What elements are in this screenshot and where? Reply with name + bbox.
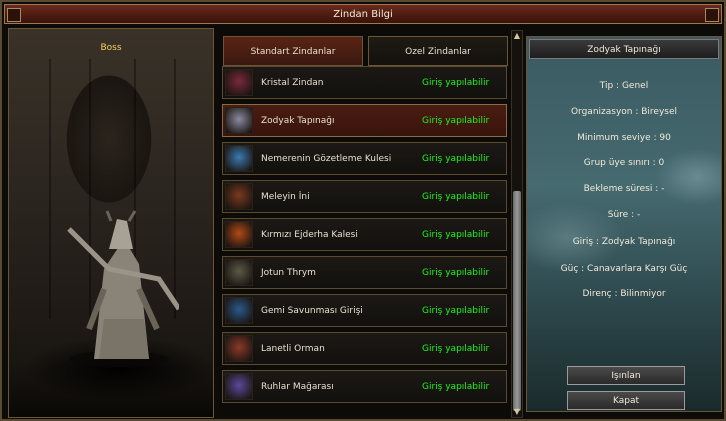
dungeon-row[interactable]: Gemi Savunması Girişi Giriş yapılabilir xyxy=(222,294,507,327)
tab-special-dungeons[interactable]: Ozel Zindanlar xyxy=(368,36,508,66)
dungeon-status: Giriş yapılabilir xyxy=(422,344,490,354)
detail-group-limit: Grup üye sınırı : 0 xyxy=(583,158,665,168)
dungeon-name: Kırmızı Ejderha Kalesi xyxy=(261,230,358,240)
dungeon-status: Giriş yapılabilir xyxy=(422,116,490,126)
cursed-forest-icon xyxy=(225,335,253,362)
dungeon-name: Zodyak Tapınağı xyxy=(261,116,335,126)
scroll-down-arrow-icon[interactable]: ▼ xyxy=(512,407,522,417)
list-scrollbar[interactable]: ▲ ▼ xyxy=(511,30,523,418)
crystal-beast-icon xyxy=(225,69,253,96)
ship-defense-icon xyxy=(225,297,253,324)
dungeon-row[interactable]: Kırmızı Ejderha Kalesi Giriş yapılabilir xyxy=(222,218,507,251)
dungeon-status: Giriş yapılabilir xyxy=(422,154,490,164)
dungeon-row[interactable]: Jotun Thrym Giriş yapılabilir xyxy=(222,256,507,289)
zodiac-warrior-icon xyxy=(225,107,253,134)
detail-title: Zodyak Tapınağı xyxy=(529,39,719,59)
detail-type: Tip : Genel xyxy=(599,81,649,91)
title-bar[interactable]: Zindan Bilgi xyxy=(4,4,722,24)
dungeon-status: Giriş yapılabilir xyxy=(422,192,490,202)
dungeon-row[interactable]: Lanetli Orman Giriş yapılabilir xyxy=(222,332,507,365)
nemere-icon xyxy=(225,145,253,172)
dungeon-name: Meleyin İni xyxy=(261,192,310,202)
dungeon-name: Nemerenin Gözetleme Kulesi xyxy=(261,154,392,164)
detail-power: Güç : Canavarlara Karşı Güç xyxy=(560,264,688,274)
meley-lair-icon xyxy=(225,183,253,210)
teleport-button[interactable]: Işınlan xyxy=(567,366,685,385)
dungeon-status: Giriş yapılabilir xyxy=(422,230,490,240)
detail-min-level: Minimum seviye : 90 xyxy=(577,133,671,143)
dungeon-status: Giriş yapılabilir xyxy=(422,78,490,88)
dungeon-name: Kristal Zindan xyxy=(261,78,324,88)
scroll-thumb[interactable] xyxy=(513,191,521,411)
detail-cooldown: Bekleme süresi : - xyxy=(583,184,665,194)
close-button[interactable]: Kapat xyxy=(567,391,685,410)
dungeon-status: Giriş yapılabilir xyxy=(422,306,490,316)
detail-organization: Organizasyon : Bireysel xyxy=(570,107,678,117)
tab-standard-dungeons[interactable]: Standart Zindanlar xyxy=(223,36,363,66)
detail-resistance: Direnç : Bilinmiyor xyxy=(582,289,666,299)
dungeon-row[interactable]: Kristal Zindan Giriş yapılabilir xyxy=(222,66,507,99)
scroll-up-arrow-icon[interactable]: ▲ xyxy=(512,31,522,41)
window-title: Zindan Bilgi xyxy=(333,9,393,20)
dungeon-info-window: Zindan Bilgi Boss Standart Zindanlar Oze… xyxy=(0,0,726,421)
boss-label: Boss xyxy=(100,43,122,53)
dungeon-name: Jotun Thrym xyxy=(261,268,316,278)
boss-preview-panel: Boss xyxy=(8,28,214,418)
title-ornament-right xyxy=(705,8,719,22)
detail-entrance: Giriş : Zodyak Tapınağı xyxy=(572,237,676,247)
dungeon-status: Giriş yapılabilir xyxy=(422,268,490,278)
dungeon-list: Kristal Zindan Giriş yapılabilir Zodyak Ta… xyxy=(222,66,507,406)
red-dragon-icon xyxy=(225,221,253,248)
dungeon-row[interactable]: Zodyak Tapınağı Giriş yapılabilir xyxy=(222,104,507,137)
dungeon-name: Ruhlar Mağarası xyxy=(261,382,334,392)
dungeon-detail-panel: Zodyak Tapınağı Tip : Genel Organizasyon… xyxy=(526,36,722,412)
dungeon-name: Lanetli Orman xyxy=(261,344,325,354)
dungeon-name: Gemi Savunması Girişi xyxy=(261,306,363,316)
jotun-icon xyxy=(225,259,253,286)
dungeon-row[interactable]: Ruhlar Mağarası Giriş yapılabilir xyxy=(222,370,507,403)
dungeon-status: Giriş yapılabilir xyxy=(422,382,490,392)
dungeon-row[interactable]: Meleyin İni Giriş yapılabilir xyxy=(222,180,507,213)
detail-duration: Süre : - xyxy=(607,210,641,220)
spirit-cave-icon xyxy=(225,373,253,400)
boss-figure-image xyxy=(67,210,179,367)
dungeon-row[interactable]: Nemerenin Gözetleme Kulesi Giriş yapılabi… xyxy=(222,142,507,175)
